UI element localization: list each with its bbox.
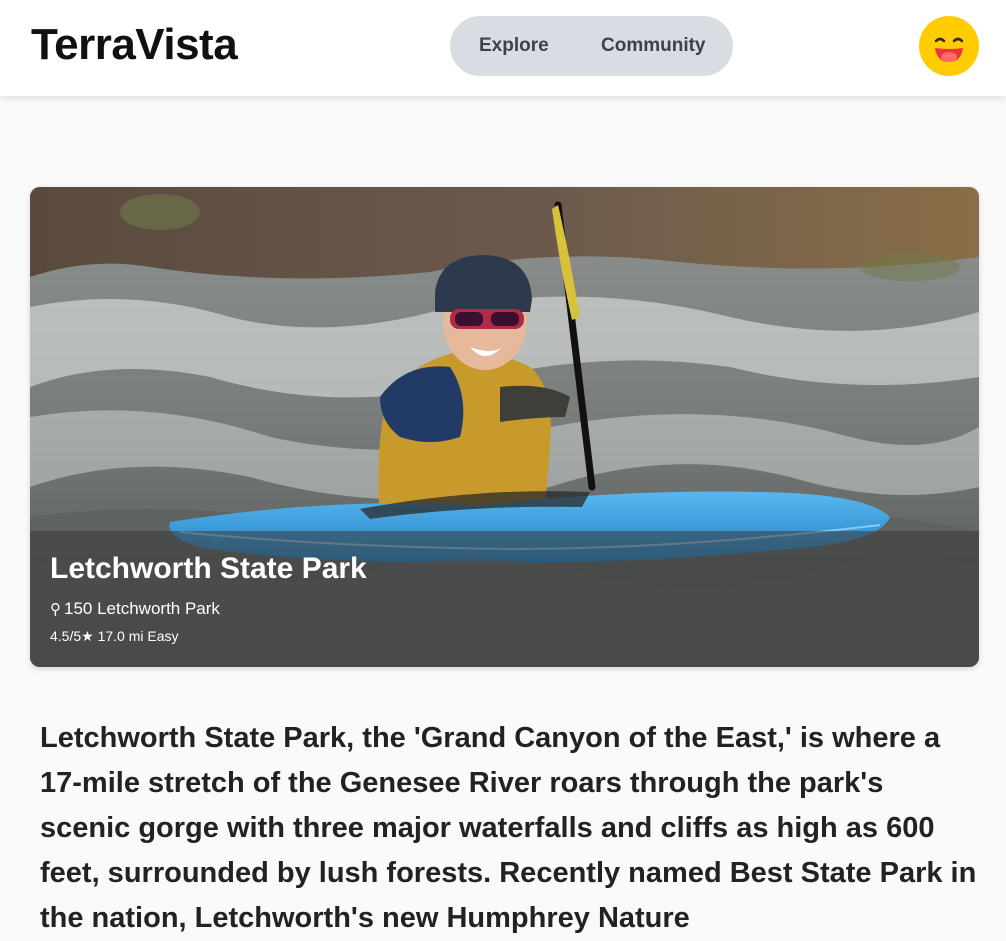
park-description: Letchworth State Park, the 'Grand Canyon…	[40, 722, 977, 934]
park-distance: 17.0 mi	[97, 628, 144, 644]
park-address: ⚲ 150 Letchworth Park	[50, 599, 220, 619]
top-header: TerraVista Explore Community	[0, 0, 1006, 96]
nav-community[interactable]: Community	[601, 16, 706, 76]
park-address-text: 150 Letchworth Park	[64, 599, 220, 618]
park-hero-card[interactable]: Letchworth State Park ⚲ 150 Letchworth Pa…	[30, 187, 979, 667]
park-difficulty: Easy	[147, 628, 179, 644]
nav-explore[interactable]: Explore	[479, 16, 549, 76]
location-pin-icon: ⚲	[50, 601, 61, 618]
park-stats: 4.5/5★ 17.0 mi Easy	[50, 628, 179, 645]
app-logo[interactable]: TerraVista	[31, 20, 238, 70]
park-title: Letchworth State Park	[50, 552, 367, 585]
park-rating: 4.5/5★	[50, 628, 94, 644]
user-avatar[interactable]	[919, 16, 979, 76]
main-nav: Explore Community	[450, 16, 733, 76]
tongue-out-emoji-icon	[919, 16, 979, 76]
